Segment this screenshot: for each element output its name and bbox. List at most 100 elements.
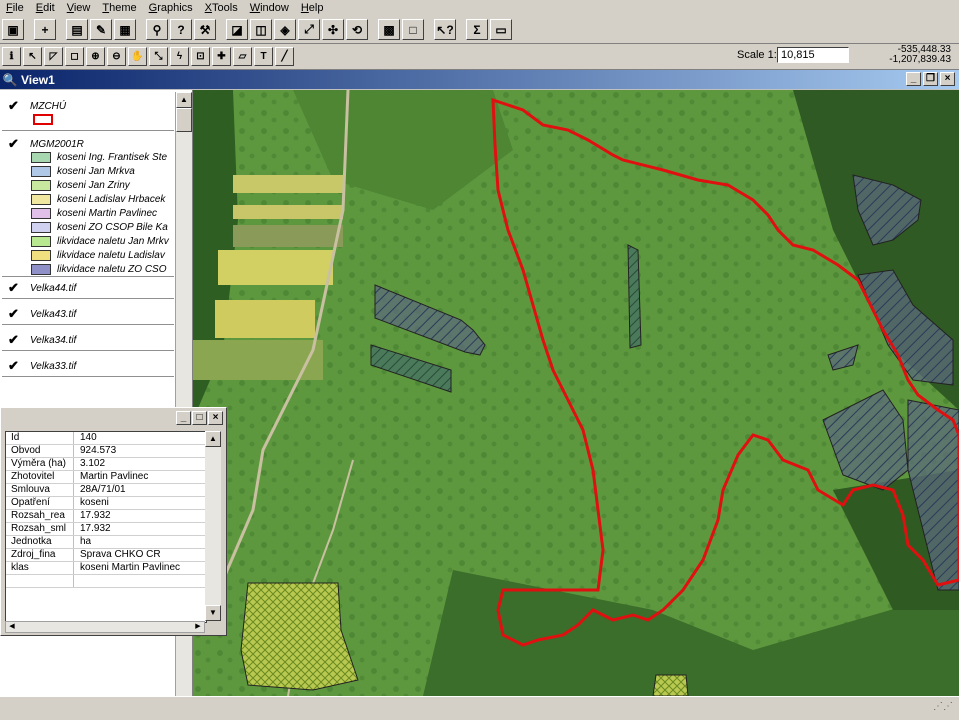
check-icon[interactable]: ✔ [8, 98, 20, 114]
separator [2, 350, 174, 351]
scroll-up-button[interactable]: ▲ [176, 92, 192, 108]
table-icon[interactable]: ▦ [114, 19, 136, 40]
area-of-interest-icon[interactable]: ⊡ [191, 47, 210, 66]
select-feature-icon[interactable]: ◻ [65, 47, 84, 66]
select-features-icon[interactable]: ◪ [226, 19, 248, 40]
close-button[interactable]: × [940, 72, 955, 86]
close-button[interactable]: × [208, 411, 223, 425]
orthophoto-map[interactable] [193, 90, 959, 696]
zoom-in-fixed-icon[interactable]: ✣ [322, 19, 344, 40]
table-row: Zdroj_fina Sprava CHKO CR [6, 549, 206, 562]
zoom-out-icon[interactable]: ⊖ [107, 47, 126, 66]
layout-icon[interactable]: ▩ [378, 19, 400, 40]
add-theme-icon[interactable]: + [34, 19, 56, 40]
scroll-up-button[interactable]: ▲ [205, 431, 221, 447]
scale-label: Scale 1: [737, 49, 777, 61]
button-bar: ▣ + ▤ ✎ ▦ ⚲ ? ⚒ ◪ ◫ ◈ ⤢ ✣ ⟲ ▩ □ ↖? Σ ▭ [0, 16, 959, 44]
theme-mgm2001r[interactable]: ✔ MGM2001R [8, 136, 84, 152]
pointer-icon[interactable]: ↖ [23, 47, 42, 66]
resize-grip-icon[interactable]: ⋰⋰ [933, 701, 953, 712]
callout-icon[interactable]: ▱ [233, 47, 252, 66]
map-canvas[interactable] [193, 90, 959, 696]
table-row [6, 575, 206, 588]
attr-value: 3.102 [80, 458, 106, 469]
table-horizontal-scrollbar[interactable]: ◀ ▶ [5, 621, 205, 633]
theme-velka43[interactable]: ✔ Velka43.tif [8, 306, 76, 322]
label-icon[interactable]: ✚ [212, 47, 231, 66]
table-row: Zhotovitel Martin Pavlinec [6, 471, 206, 484]
scroll-left-button[interactable]: ◀ [6, 622, 18, 632]
zoom-full-extent-icon[interactable]: ⤢ [298, 19, 320, 40]
attr-value: koseni Martin Pavlinec [80, 562, 181, 573]
vertex-edit-icon[interactable]: ◸ [44, 47, 63, 66]
save-icon[interactable]: ▣ [2, 19, 24, 40]
attr-value: 17.932 [80, 510, 111, 521]
draw-line-icon[interactable]: ╱ [275, 47, 294, 66]
menu-graphics[interactable]: Graphics [143, 0, 199, 16]
legend-symbol [31, 208, 51, 219]
theme-velka44[interactable]: ✔ Velka44.tif [8, 280, 76, 296]
legend-label: likvidace naletu Jan Mrkv [57, 236, 169, 247]
legend-symbol [31, 180, 51, 191]
check-icon[interactable]: ✔ [8, 280, 20, 296]
scroll-down-button[interactable]: ▼ [205, 605, 221, 621]
legend-symbol [31, 236, 51, 247]
restore-button[interactable]: ❐ [923, 72, 938, 86]
attr-value: 924.573 [80, 445, 117, 456]
attr-key: Obvod [6, 445, 74, 457]
statistics-icon[interactable]: Σ [466, 19, 488, 40]
theme-label: MZCHÚ [30, 100, 67, 112]
zoom-previous-icon[interactable]: ⟲ [346, 19, 368, 40]
attr-key: Zhotovitel [6, 471, 74, 483]
separator [2, 130, 174, 131]
measure-icon[interactable]: ⤡ [149, 47, 168, 66]
check-icon[interactable]: ✔ [8, 332, 20, 348]
menu-xtools[interactable]: XTools [199, 0, 244, 16]
help-cursor-icon[interactable]: ↖? [434, 19, 456, 40]
frame-icon[interactable]: □ [402, 19, 424, 40]
rectangle-icon[interactable]: ▭ [490, 19, 512, 40]
theme-mzchu[interactable]: ✔ MZCHÚ [8, 98, 66, 114]
theme-properties-icon[interactable]: ▤ [66, 19, 88, 40]
scale-input[interactable]: 10,815 [777, 47, 849, 63]
scroll-thumb[interactable] [176, 108, 192, 132]
theme-velka33[interactable]: ✔ Velka33.tif [8, 358, 76, 374]
query-builder-icon[interactable]: ⚒ [194, 19, 216, 40]
locate-icon[interactable]: ? [170, 19, 192, 40]
identify-icon[interactable]: ℹ [2, 47, 21, 66]
check-icon[interactable]: ✔ [8, 136, 20, 152]
legend-label: koseni Martin Pavlinec [57, 208, 158, 219]
maximize-button[interactable]: □ [192, 411, 207, 425]
attribute-table: Id 140 Obvod 924.573 Výměra (ha) 3.102 Zhot… [5, 431, 207, 623]
menu-file[interactable]: File [0, 0, 30, 16]
scroll-right-button[interactable]: ▶ [192, 622, 204, 632]
table-vertical-scrollbar[interactable]: ▲ ▼ [205, 431, 221, 621]
pan-icon[interactable]: ✋ [128, 47, 147, 66]
minimize-button[interactable]: _ [176, 411, 191, 425]
clear-selection-icon[interactable]: ◫ [250, 19, 272, 40]
theme-velka34[interactable]: ✔ Velka34.tif [8, 332, 76, 348]
attr-key: Výměra (ha) [6, 458, 74, 470]
table-row: Opatření koseni [6, 497, 206, 510]
text-icon[interactable]: T [254, 47, 273, 66]
find-icon[interactable]: ⚲ [146, 19, 168, 40]
check-icon[interactable]: ✔ [8, 358, 20, 374]
check-icon[interactable]: ✔ [8, 306, 20, 322]
menu-bar: File Edit View Theme Graphics XTools Win… [0, 0, 959, 16]
minimize-button[interactable]: _ [906, 72, 921, 86]
menu-window[interactable]: Window [244, 0, 295, 16]
table-row: Rozsah_rea 17.932 [6, 510, 206, 523]
menu-edit[interactable]: Edit [30, 0, 61, 16]
legend-editor-icon[interactable]: ✎ [90, 19, 112, 40]
attr-value: koseni [80, 497, 109, 508]
menu-view[interactable]: View [61, 0, 97, 16]
menu-theme[interactable]: Theme [96, 0, 142, 16]
coordinate-readout: -535,448.33 -1,207,839.43 [889, 45, 951, 65]
coord-y: -1,207,839.43 [889, 54, 951, 65]
attr-key: klas [6, 562, 74, 574]
zoom-to-selected-icon[interactable]: ◈ [274, 19, 296, 40]
hotlink-icon[interactable]: ϟ [170, 47, 189, 66]
menu-help[interactable]: Help [295, 0, 330, 16]
attr-key: Smlouva [6, 484, 74, 496]
zoom-in-icon[interactable]: ⊕ [86, 47, 105, 66]
